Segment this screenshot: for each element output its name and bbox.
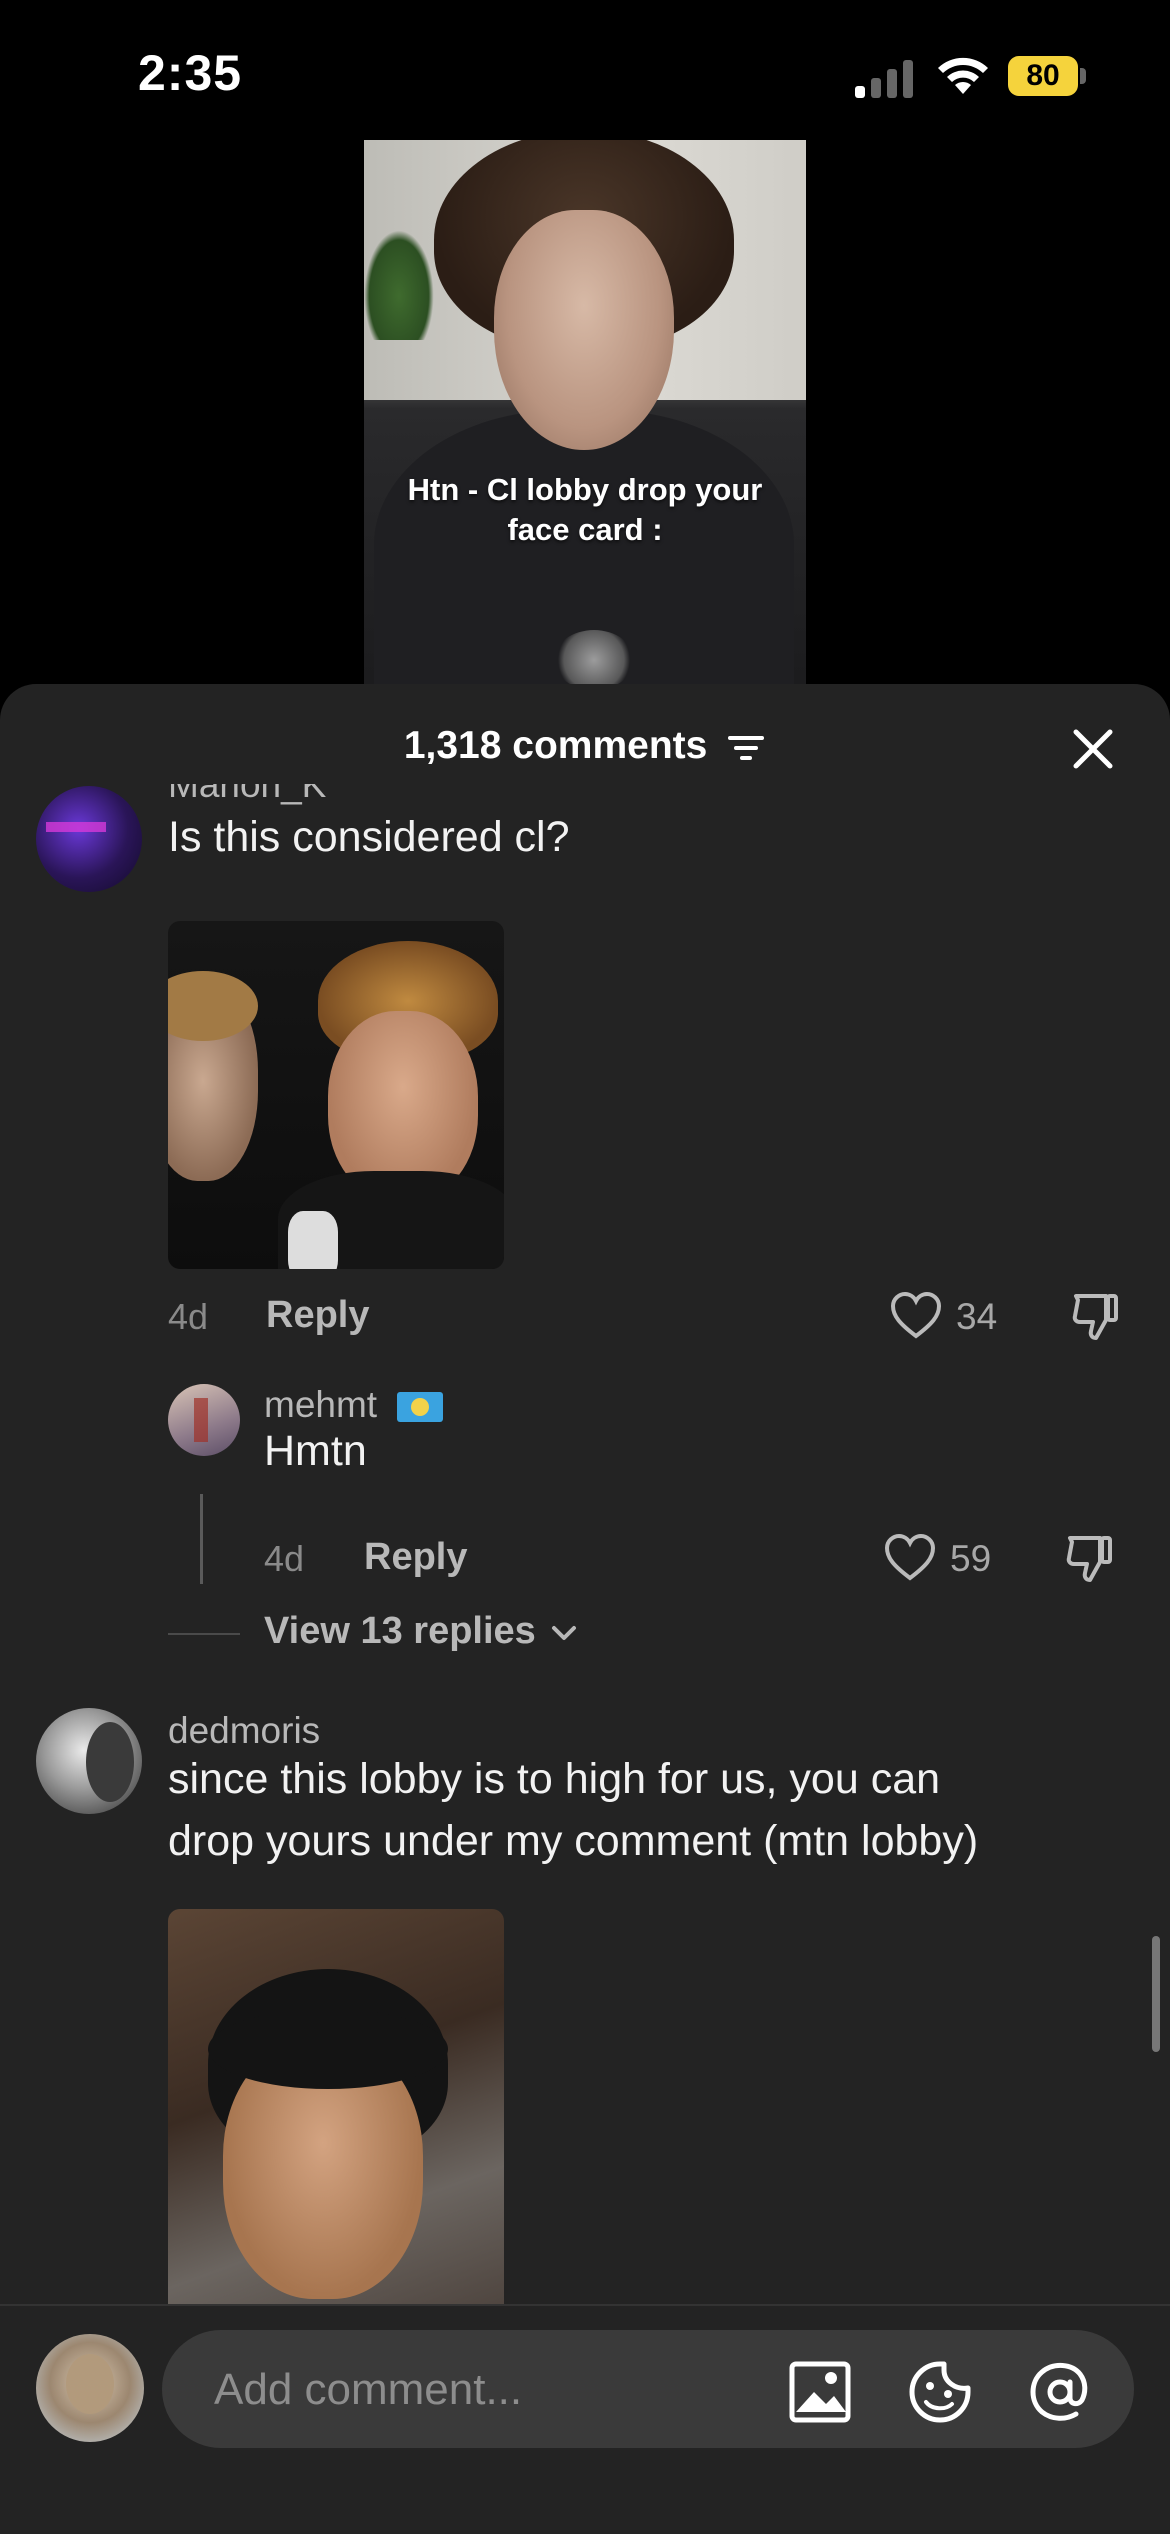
heart-icon[interactable] bbox=[884, 1534, 936, 1582]
comment-image[interactable] bbox=[168, 1909, 504, 2329]
comment-username[interactable]: dedmoris bbox=[168, 1710, 320, 1752]
view-replies-divider bbox=[168, 1633, 240, 1635]
close-icon[interactable] bbox=[1068, 724, 1118, 774]
flag-icon bbox=[397, 1392, 444, 1423]
comments-count[interactable]: 1,318 comments bbox=[0, 724, 1170, 768]
my-avatar[interactable] bbox=[36, 2334, 144, 2442]
video-preview[interactable]: Htn - Cl lobby drop your face card : bbox=[364, 140, 806, 700]
dislike-icon[interactable] bbox=[1070, 1290, 1122, 1342]
avatar[interactable] bbox=[36, 1708, 142, 1814]
video-caption: Htn - Cl lobby drop your face card : bbox=[407, 472, 763, 547]
reply-button[interactable]: Reply bbox=[266, 1294, 369, 1337]
sheet-header: 1,318 comments bbox=[0, 684, 1170, 784]
like-count: 34 bbox=[956, 1296, 998, 1337]
view-replies-button[interactable]: View 13 replies bbox=[264, 1610, 578, 1653]
comment-text: since this lobby is to high for us, you … bbox=[168, 1755, 979, 1865]
battery-icon: 80 bbox=[1008, 56, 1086, 96]
scrollbar[interactable] bbox=[1152, 1936, 1160, 2052]
status-time: 2:35 bbox=[138, 45, 243, 101]
avatar[interactable] bbox=[168, 1384, 240, 1456]
hoodie-logo bbox=[554, 630, 634, 690]
mention-icon[interactable] bbox=[1028, 2360, 1092, 2424]
comment-input-container[interactable] bbox=[162, 2330, 1134, 2448]
plant-decor bbox=[364, 230, 434, 340]
filter-icon[interactable] bbox=[726, 733, 766, 763]
comment-image[interactable] bbox=[168, 921, 504, 1269]
wifi-icon bbox=[938, 57, 988, 94]
comments-sheet: 1,318 comments Marion_K Is this consider… bbox=[0, 684, 1170, 2532]
reply-time: 4d bbox=[264, 1538, 305, 1579]
cellular-signal-icon bbox=[855, 60, 913, 98]
comment-username[interactable]: Marion_K bbox=[168, 784, 326, 806]
reply-thread-line bbox=[200, 1494, 203, 1584]
comment-text: Is this considered cl? bbox=[168, 813, 570, 861]
reply-text: Hmtn bbox=[264, 1427, 367, 1475]
reply-button[interactable]: Reply bbox=[364, 1536, 467, 1579]
comment-input[interactable] bbox=[212, 2354, 776, 2426]
heart-icon[interactable] bbox=[890, 1292, 942, 1340]
battery-level: 80 bbox=[1008, 56, 1078, 96]
emoji-sticker-icon[interactable] bbox=[908, 2360, 972, 2424]
like-count: 59 bbox=[950, 1538, 992, 1579]
avatar[interactable] bbox=[36, 786, 142, 892]
video-person-face bbox=[494, 210, 674, 450]
comment-composer bbox=[0, 2304, 1170, 2534]
comment-time: 4d bbox=[168, 1296, 209, 1337]
comments-list[interactable]: Marion_K Is this considered cl? 4d Reply… bbox=[0, 784, 1170, 2394]
dislike-icon[interactable] bbox=[1064, 1532, 1116, 1584]
image-icon[interactable] bbox=[788, 2360, 852, 2424]
chevron-down-icon bbox=[552, 1625, 577, 1640]
